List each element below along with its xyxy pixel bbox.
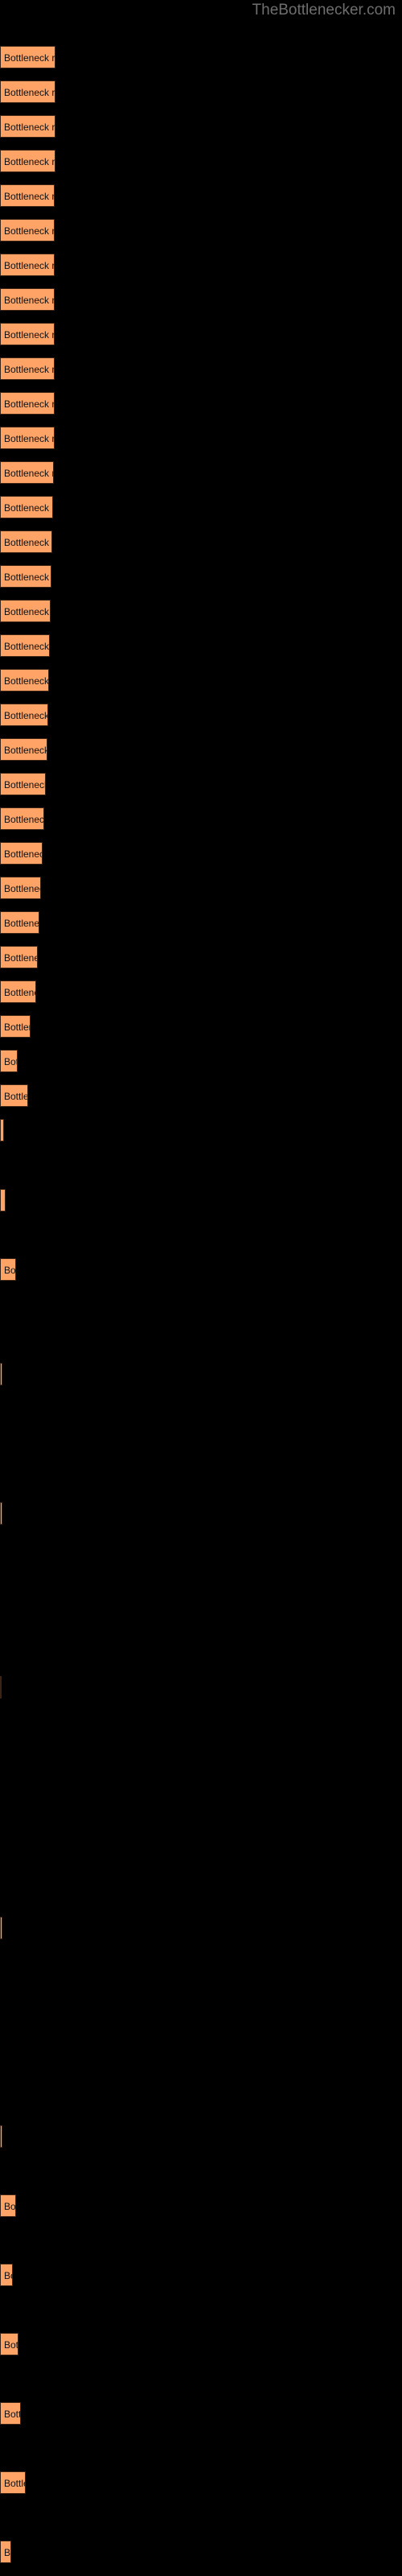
bar-label: Bottleneck result bbox=[4, 537, 51, 548]
bar: Bottleneck result bbox=[0, 634, 50, 657]
bar-label: Bottleneck result bbox=[4, 52, 55, 64]
bar: Bottleneck result bbox=[0, 2194, 16, 2217]
bar: Bottleneck result bbox=[0, 323, 55, 345]
bar: Bottleneck result bbox=[0, 2541, 11, 2563]
bar: Bottleneck result bbox=[0, 1015, 31, 1038]
bar-label: Bottleneck result bbox=[4, 329, 55, 341]
bottleneck-chart: TheBottlenecker.com Bottleneck resultBot… bbox=[0, 0, 402, 2576]
bar-label: Bottleneck result bbox=[4, 468, 53, 479]
bar-label: Bottleneck result bbox=[4, 2339, 18, 2351]
bar-label: Bottleneck result bbox=[4, 606, 50, 617]
bar-label: Bottleneck result bbox=[4, 502, 52, 514]
bar-label: Bottleneck result bbox=[4, 641, 50, 652]
bar: Bottleneck result bbox=[0, 184, 55, 207]
bar: Bottleneck result bbox=[0, 2125, 2, 2148]
bar-label: Bottleneck result bbox=[4, 433, 55, 444]
bar-label: Bottleneck result bbox=[4, 848, 42, 860]
bar-label: Bottleneck result bbox=[4, 260, 55, 271]
bar: Bottleneck result bbox=[0, 1189, 6, 1212]
bar: Bottleneck result bbox=[0, 1363, 2, 1385]
bar-label: Bottleneck result bbox=[4, 364, 55, 375]
bar: Bottleneck result bbox=[0, 2402, 21, 2425]
bar: Bottleneck result bbox=[0, 704, 48, 726]
bar-label: Bottleneck result bbox=[4, 225, 55, 237]
bar-label: Bottleneck result bbox=[4, 1265, 16, 1276]
bar: Bottleneck result bbox=[0, 219, 55, 242]
bar: Bottleneck result bbox=[0, 842, 43, 865]
bar-label: Bottleneck result bbox=[4, 398, 55, 410]
bar: Bottleneck result bbox=[0, 254, 55, 276]
bar: Bottleneck result bbox=[0, 2264, 13, 2286]
bar: Bottleneck result bbox=[0, 980, 36, 1003]
bar-label: Bottleneck result bbox=[4, 2270, 12, 2281]
bar: Bottleneck result bbox=[0, 46, 55, 68]
bar-label: Bottleneck result bbox=[4, 2201, 16, 2212]
bar: Bottleneck result bbox=[0, 911, 39, 934]
bar-label: Bottleneck result bbox=[4, 2547, 11, 2558]
bar: Bottleneck result bbox=[0, 150, 55, 172]
bar-label: Bottleneck result bbox=[4, 87, 55, 98]
bar-label: Bottleneck result bbox=[4, 2409, 20, 2420]
bar: Bottleneck result bbox=[0, 807, 44, 830]
bar: Bottleneck result bbox=[0, 877, 41, 899]
bar-label: Bottleneck result bbox=[4, 295, 55, 306]
bar-label: Bottleneck result bbox=[4, 1056, 17, 1067]
bar: Bottleneck result bbox=[0, 1119, 4, 1141]
bar: Bottleneck result bbox=[0, 530, 52, 553]
bar-label: Bottleneck result bbox=[4, 675, 49, 687]
bar-label: Bottleneck result bbox=[4, 1091, 27, 1102]
bar-label: Bottleneck result bbox=[4, 1022, 30, 1033]
bar: Bottleneck result bbox=[0, 773, 46, 795]
bar-series: Bottleneck result Bottleneck result Bottle… bbox=[0, 0, 402, 2576]
bar: Bottleneck result bbox=[0, 357, 55, 380]
bar: Bottleneck result bbox=[0, 1258, 16, 1281]
bar: Bottleneck result bbox=[0, 1917, 2, 1939]
bar: Bottleneck result bbox=[0, 1050, 18, 1072]
bar-label: Bottleneck result bbox=[4, 2478, 25, 2489]
bar: Bottleneck result bbox=[0, 2471, 26, 2494]
bar: Bottleneck result bbox=[0, 80, 55, 103]
bar-label: Bottleneck result bbox=[4, 987, 35, 998]
bar-label: Bottleneck result bbox=[4, 814, 44, 825]
bar: Bottleneck result bbox=[0, 600, 51, 622]
bar-label: Bottleneck result bbox=[4, 122, 55, 133]
bar-label: Bottleneck result bbox=[4, 710, 48, 721]
bar: Bottleneck result bbox=[0, 1676, 2, 1699]
bar-label: Bottleneck result bbox=[4, 191, 55, 202]
bar-label: Bottleneck result bbox=[4, 883, 40, 894]
bar-label: Bottleneck result bbox=[4, 572, 51, 583]
bar: Bottleneck result bbox=[0, 115, 55, 138]
bar-label: Bottleneck result bbox=[4, 952, 37, 964]
bar-label: Bottleneck result bbox=[4, 745, 47, 756]
bar-label: Bottleneck result bbox=[4, 156, 55, 167]
bar: Bottleneck result bbox=[0, 669, 49, 691]
bar: Bottleneck result bbox=[0, 946, 38, 968]
bar: Bottleneck result bbox=[0, 1084, 28, 1107]
bar: Bottleneck result bbox=[0, 427, 55, 449]
bar-label: Bottleneck result bbox=[4, 1190, 5, 1211]
bar: Bottleneck result bbox=[0, 496, 53, 518]
bar-label: Bottleneck result bbox=[4, 918, 39, 929]
bar: Bottleneck result bbox=[0, 392, 55, 415]
bar-label: Bottleneck result bbox=[4, 779, 46, 791]
bar: Bottleneck result bbox=[0, 738, 47, 761]
bar: Bottleneck result bbox=[0, 461, 54, 484]
bar: Bottleneck result bbox=[0, 288, 55, 311]
bar: Bottleneck result bbox=[0, 2333, 18, 2355]
bar: Bottleneck result bbox=[0, 565, 51, 588]
bar: Bottleneck result bbox=[0, 1502, 2, 1525]
